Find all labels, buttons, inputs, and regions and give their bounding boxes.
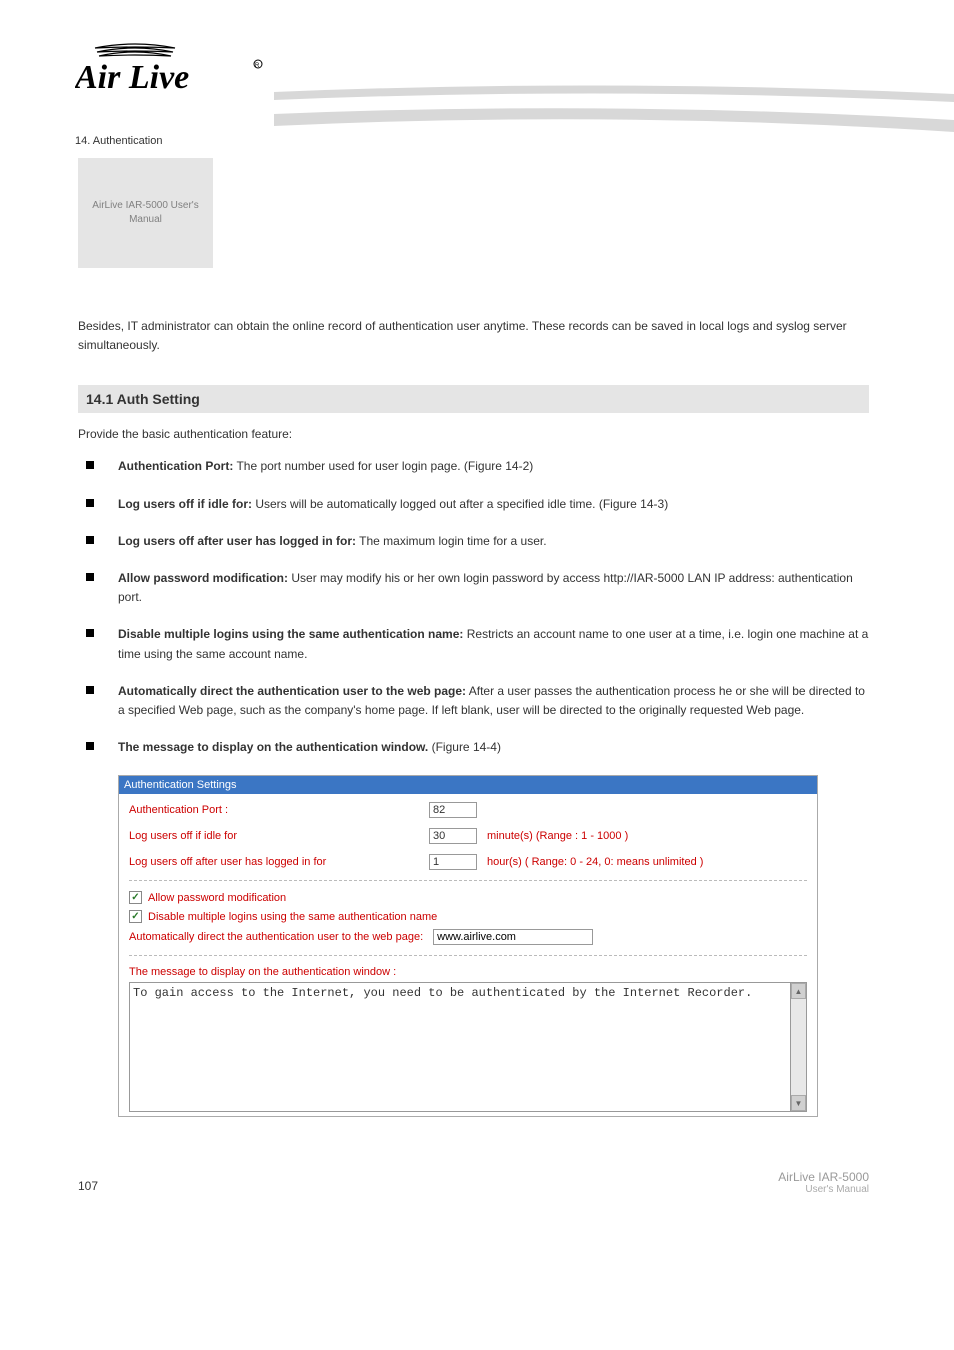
sidebar-title-text: AirLive IAR-5000 User's Manual [78,199,213,227]
footer-brand: AirLive IAR-5000 [778,1170,869,1184]
redirect-label: Automatically direct the authentication … [129,931,423,943]
bullet-icon [86,629,94,637]
settings-screenshot: Authentication Settings Authentication P… [118,775,818,1117]
intro-paragraph: Besides, IT administrator can obtain the… [78,317,869,355]
logged-label: Log users off after user has logged in f… [129,856,429,868]
bullet-icon [86,742,94,750]
header-swoosh [274,80,954,140]
settings-title: Authentication Settings [119,776,817,794]
page-number: 107 [78,1179,98,1193]
section-header: 14.1 Auth Setting [78,385,869,413]
idle-hint: minute(s) (Range : 1 - 1000 ) [487,830,628,842]
list-item: Log users off if idle for: Users will be… [78,495,869,514]
footer-model: User's Manual [778,1184,869,1195]
svg-text:R: R [255,63,260,69]
sidebar-title-box: AirLive IAR-5000 User's Manual [78,158,213,268]
bullet-icon [86,536,94,544]
logged-input[interactable] [429,854,477,870]
list-item: Log users off after user has logged in f… [78,532,869,551]
feature-list: Authentication Port: The port number use… [78,457,869,757]
allow-pwd-checkbox[interactable]: ✓ [129,891,142,904]
logged-hint: hour(s) ( Range: 0 - 24, 0: means unlimi… [487,856,703,868]
textarea-scrollbar[interactable]: ▲ ▼ [791,982,807,1112]
idle-input[interactable] [429,828,477,844]
logo: Air Live R [75,40,270,100]
feature-intro: Provide the basic authentication feature… [78,427,869,441]
bullet-icon [86,686,94,694]
list-item: Allow password modification: User may mo… [78,569,869,607]
allow-pwd-label: Allow password modification [148,892,286,904]
svg-text:Air Live: Air Live [75,59,189,96]
msg-label: The message to display on the authentica… [129,966,807,978]
scroll-down-icon[interactable]: ▼ [791,1095,806,1111]
bullet-icon [86,573,94,581]
idle-label: Log users off if idle for [129,830,429,842]
disable-multi-label: Disable multiple logins using the same a… [148,911,437,923]
list-item: The message to display on the authentica… [78,738,869,757]
bullet-icon [86,499,94,507]
list-item: Disable multiple logins using the same a… [78,625,869,663]
list-item: Automatically direct the authentication … [78,682,869,720]
auth-port-input[interactable] [429,802,477,818]
redirect-input[interactable] [433,929,593,945]
disable-multi-checkbox[interactable]: ✓ [129,910,142,923]
bullet-icon [86,461,94,469]
msg-textarea[interactable] [129,982,791,1112]
scroll-up-icon[interactable]: ▲ [791,983,806,999]
auth-port-label: Authentication Port : [129,804,429,816]
list-item: Authentication Port: The port number use… [78,457,869,476]
